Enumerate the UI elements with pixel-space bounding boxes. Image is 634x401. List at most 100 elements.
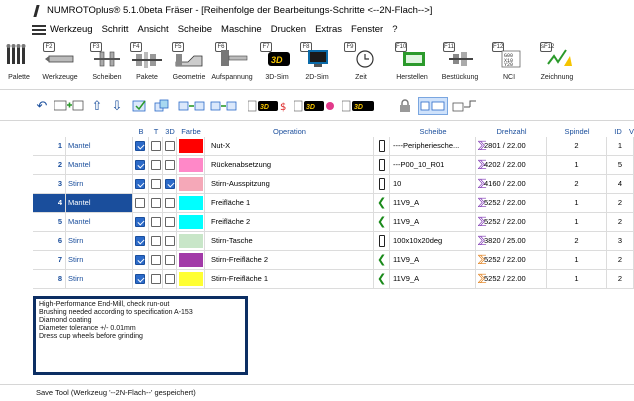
- checkbox-3d[interactable]: [165, 160, 175, 170]
- checkbox-3d[interactable]: [165, 255, 175, 265]
- toolbar-zeichnung[interactable]: sF12 Zeichnung: [540, 42, 574, 88]
- checkbox-t[interactable]: [151, 274, 161, 284]
- menu-icon[interactable]: [32, 24, 46, 35]
- 3d-online-icon[interactable]: 3D: [342, 97, 386, 115]
- checkbox-t[interactable]: [151, 217, 161, 227]
- spindel-value[interactable]: 2: [547, 232, 607, 250]
- header-b[interactable]: B: [133, 127, 149, 137]
- toolbar-scheiben[interactable]: F3 Scheiben: [90, 42, 124, 88]
- toolbar-geometrie[interactable]: F5 Geometrie: [172, 42, 206, 88]
- menu-help[interactable]: ?: [392, 24, 397, 35]
- 3d-ds-icon[interactable]: 3D $: [248, 97, 290, 115]
- header-farbe[interactable]: Farbe: [177, 127, 205, 137]
- toolbar-nci[interactable]: F12 G00 X10 Y20 NCI: [492, 42, 526, 88]
- toolbar-bestueckung[interactable]: F11 Bestückung: [438, 42, 482, 88]
- drehzahl-cell[interactable]: ⅀ 4202 / 22.00: [476, 156, 547, 174]
- header-scheibe[interactable]: Scheibe: [390, 127, 476, 137]
- table-row[interactable]: 6 Stirn Stirn-Tasche 100x10x20deg ⅀ 3820 / 25…: [33, 232, 634, 251]
- header-drehzahl[interactable]: Drehzahl: [476, 127, 547, 137]
- spindel-value[interactable]: 1: [547, 270, 607, 288]
- scheibe-name[interactable]: 11V9_A: [390, 270, 476, 288]
- scheibe-name[interactable]: 11V9_A: [390, 194, 476, 212]
- color-swatch[interactable]: [179, 215, 203, 229]
- drehzahl-cell[interactable]: ⅀ 5252 / 22.00: [476, 213, 547, 231]
- checkbox-b[interactable]: [135, 236, 145, 246]
- checkbox-t[interactable]: [151, 179, 161, 189]
- toolbar-pakete[interactable]: F4 Pakete: [130, 42, 164, 88]
- operation-name[interactable]: Stirn-Freifläche 1: [205, 270, 374, 288]
- row-name[interactable]: Mantel: [66, 213, 133, 231]
- checkbox-3d[interactable]: [165, 274, 175, 284]
- checkbox-t[interactable]: [151, 255, 161, 265]
- toolbar-2d-sim[interactable]: F8 2D-Sim: [300, 42, 334, 88]
- color-swatch[interactable]: [179, 196, 203, 210]
- menu-werkzeug[interactable]: Werkzeug: [50, 24, 93, 35]
- operation-name[interactable]: Stirn-Ausspitzung: [205, 175, 374, 193]
- checkbox-b[interactable]: [135, 217, 145, 227]
- menu-schritt[interactable]: Schritt: [102, 24, 129, 35]
- toggle-view-icon[interactable]: [418, 97, 448, 115]
- color-swatch[interactable]: [179, 158, 203, 172]
- move-up-icon[interactable]: ⇧: [90, 97, 104, 115]
- drehzahl-cell[interactable]: ⅀ 4160 / 22.00: [476, 175, 547, 193]
- move-down-icon[interactable]: ⇩: [110, 97, 124, 115]
- row-name[interactable]: Stirn: [66, 175, 133, 193]
- id-value[interactable]: 2: [607, 270, 634, 288]
- drehzahl-cell[interactable]: ⅀ 5252 / 22.00: [476, 251, 547, 269]
- checkbox-b[interactable]: [135, 179, 145, 189]
- id-value[interactable]: 5: [607, 156, 634, 174]
- toolbar-aufspannung[interactable]: F6 Aufspannung: [210, 42, 254, 88]
- spindel-value[interactable]: 1: [547, 194, 607, 212]
- checkbox-b[interactable]: [135, 141, 145, 151]
- table-row[interactable]: 4 Mantel Freifläche 1 ❮ 11V9_A ⅀ 5252 / 22.00 1…: [33, 194, 634, 213]
- scheibe-name[interactable]: 100x10x20deg: [390, 232, 476, 250]
- table-row[interactable]: 8 Stirn Stirn-Freifläche 1 ❮ 11V9_A ⅀ 5252 / 2…: [33, 270, 634, 289]
- id-value[interactable]: 4: [607, 175, 634, 193]
- operation-name[interactable]: Nut-X: [205, 137, 374, 155]
- toolbar-palette[interactable]: Palette: [4, 42, 34, 88]
- row-name[interactable]: Mantel: [66, 137, 133, 155]
- operation-name[interactable]: Stirn-Tasche: [205, 232, 374, 250]
- menu-extras[interactable]: Extras: [315, 24, 342, 35]
- scheibe-name[interactable]: ----Peripheriesche...: [390, 137, 476, 155]
- spindel-value[interactable]: 2: [547, 175, 607, 193]
- spindel-value[interactable]: 2: [547, 137, 607, 155]
- spindel-value[interactable]: 1: [547, 213, 607, 231]
- color-swatch[interactable]: [179, 177, 203, 191]
- toolbar-3d-sim[interactable]: F7 3D 3D-Sim: [260, 42, 292, 88]
- color-swatch[interactable]: [179, 234, 203, 248]
- row-name[interactable]: Mantel: [66, 156, 133, 174]
- checkbox-3d[interactable]: [165, 217, 175, 227]
- id-value[interactable]: 1: [607, 137, 634, 155]
- spindel-value[interactable]: 1: [547, 156, 607, 174]
- drehzahl-cell[interactable]: ⅀ 5252 / 22.00: [476, 194, 547, 212]
- id-value[interactable]: 3: [607, 232, 634, 250]
- table-row[interactable]: 7 Stirn Stirn-Freifläche 2 ❮ 11V9_A ⅀ 5252 / 2…: [33, 251, 634, 270]
- table-row[interactable]: 3 Stirn Stirn-Ausspitzung 10 ⅀ 4160 / 22.00 2 4: [33, 175, 634, 194]
- checkbox-3d[interactable]: [165, 236, 175, 246]
- filter-step-icon[interactable]: [132, 97, 148, 115]
- row-name[interactable]: Stirn: [66, 251, 133, 269]
- scheibe-name[interactable]: 10: [390, 175, 476, 193]
- row-name[interactable]: Stirn: [66, 270, 133, 288]
- operation-name[interactable]: Stirn-Freifläche 2: [205, 251, 374, 269]
- header-spindel[interactable]: Spindel: [547, 127, 607, 137]
- uncheck-all-icon[interactable]: [210, 97, 238, 115]
- header-operation[interactable]: Operation: [205, 127, 374, 137]
- checkbox-b[interactable]: [135, 198, 145, 208]
- id-value[interactable]: 2: [607, 251, 634, 269]
- header-t[interactable]: T: [149, 127, 163, 137]
- drehzahl-cell[interactable]: ⅀ 5252 / 22.00: [476, 270, 547, 288]
- checkbox-t[interactable]: [151, 236, 161, 246]
- tool-notes[interactable]: High-Performance End-Mill, check run-out…: [33, 296, 248, 375]
- menu-maschine[interactable]: Maschine: [221, 24, 262, 35]
- scheibe-name[interactable]: 11V9_A: [390, 251, 476, 269]
- header-more[interactable]: V: [629, 127, 634, 137]
- add-step-icon[interactable]: [54, 97, 84, 115]
- toolbar-zeit[interactable]: F9 Zeit: [344, 42, 378, 88]
- header-3d[interactable]: 3D: [163, 127, 177, 137]
- drehzahl-cell[interactable]: ⅀ 2801 / 22.00: [476, 137, 547, 155]
- 3d-p-icon[interactable]: 3D: [294, 97, 338, 115]
- menu-fenster[interactable]: Fenster: [351, 24, 383, 35]
- checkbox-3d[interactable]: [165, 141, 175, 151]
